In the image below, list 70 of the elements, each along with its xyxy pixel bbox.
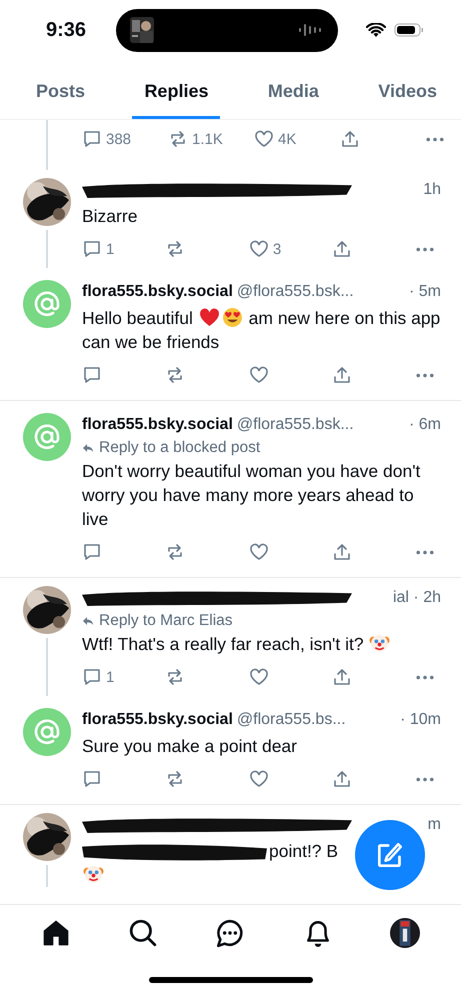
post-time: · 5m	[409, 283, 441, 301]
profile-tab[interactable]: Posts	[24, 60, 98, 119]
clown-emoji	[369, 633, 390, 654]
reply-arrow-icon	[82, 616, 94, 626]
author-handle[interactable]: @flora555.bs...	[236, 711, 346, 729]
heart-icon	[248, 365, 269, 385]
reply-context[interactable]: Reply to Marc Elias	[99, 612, 233, 630]
waveform-icon	[298, 23, 324, 37]
post-text: Bizarre	[82, 205, 138, 228]
like-button[interactable]: 4K	[254, 126, 340, 152]
pencil-square-icon	[378, 843, 402, 867]
author-handle[interactable]: @flora555.bsk...	[236, 416, 354, 434]
post-text: Don't worry beautiful woman you have don't worry you have many more years ahead to live	[82, 460, 422, 531]
post-time: ial · 2h	[392, 589, 441, 607]
wifi-icon	[366, 22, 386, 38]
speech-bubble-icon	[82, 667, 102, 687]
post-time: 1h	[423, 181, 441, 199]
clown-emoji	[83, 864, 104, 885]
more-icon	[416, 674, 434, 680]
share-icon	[332, 365, 352, 385]
author-name[interactable]: flora555.bsky.social	[82, 283, 233, 301]
reply-button[interactable]: 1	[82, 664, 166, 690]
repost-icon	[168, 129, 188, 149]
share-icon	[332, 239, 352, 259]
more-icon	[416, 372, 434, 378]
heart-icon	[248, 769, 269, 789]
post-text: Sure you make a point dear	[82, 735, 297, 758]
reply-arrow-icon	[82, 443, 94, 453]
more-icon	[416, 776, 434, 782]
post-text: Wtf! That's a really far reach, isn't it?	[82, 632, 392, 656]
profile-avatar[interactable]	[390, 918, 420, 948]
post-text: Hello beautiful am new here on this app can we be friends	[82, 306, 441, 354]
post-time: · 6m	[409, 416, 441, 434]
status-time: 9:36	[46, 18, 88, 42]
speech-bubble-icon	[82, 129, 102, 149]
speech-bubble-icon	[82, 239, 102, 259]
profile-tab[interactable]: Replies	[132, 60, 220, 119]
author-name[interactable]: flora555.bsky.social	[82, 416, 233, 434]
post-time: m	[428, 816, 441, 834]
heart-icon	[248, 239, 269, 259]
speech-bubble-icon	[82, 365, 102, 385]
author-name[interactable]: flora555.bsky.social	[82, 711, 233, 729]
author-handle[interactable]: @flora555.bsk...	[236, 283, 354, 301]
heart-eyes-emoji	[222, 307, 243, 328]
profile-tab[interactable]: Media	[256, 60, 331, 119]
more-icon	[416, 246, 434, 252]
post-text: point!? B	[82, 839, 338, 887]
heart-icon	[248, 542, 269, 562]
reply-button[interactable]: 388	[82, 126, 168, 152]
reply-button[interactable]: 1	[82, 236, 166, 262]
more-icon	[426, 136, 444, 142]
post-time: · 10m	[400, 711, 441, 729]
speech-bubble-icon	[82, 542, 102, 562]
like-button[interactable]: 3	[248, 236, 332, 262]
repost-button[interactable]: 1.1K	[168, 126, 254, 152]
profile-tab[interactable]: Videos	[366, 60, 449, 119]
share-icon	[340, 129, 360, 149]
heart-emoji	[198, 307, 220, 328]
battery-icon	[394, 23, 424, 37]
chat-icon[interactable]	[215, 918, 246, 948]
search-icon[interactable]	[128, 918, 158, 948]
speech-bubble-icon	[82, 769, 102, 789]
share-icon	[332, 542, 352, 562]
share-icon	[332, 667, 352, 687]
share-icon	[332, 769, 352, 789]
home-icon[interactable]	[40, 918, 71, 948]
more-icon	[416, 550, 434, 554]
heart-icon	[254, 129, 274, 149]
heart-icon	[248, 667, 269, 687]
reply-context[interactable]: Reply to a blocked post	[99, 439, 260, 457]
